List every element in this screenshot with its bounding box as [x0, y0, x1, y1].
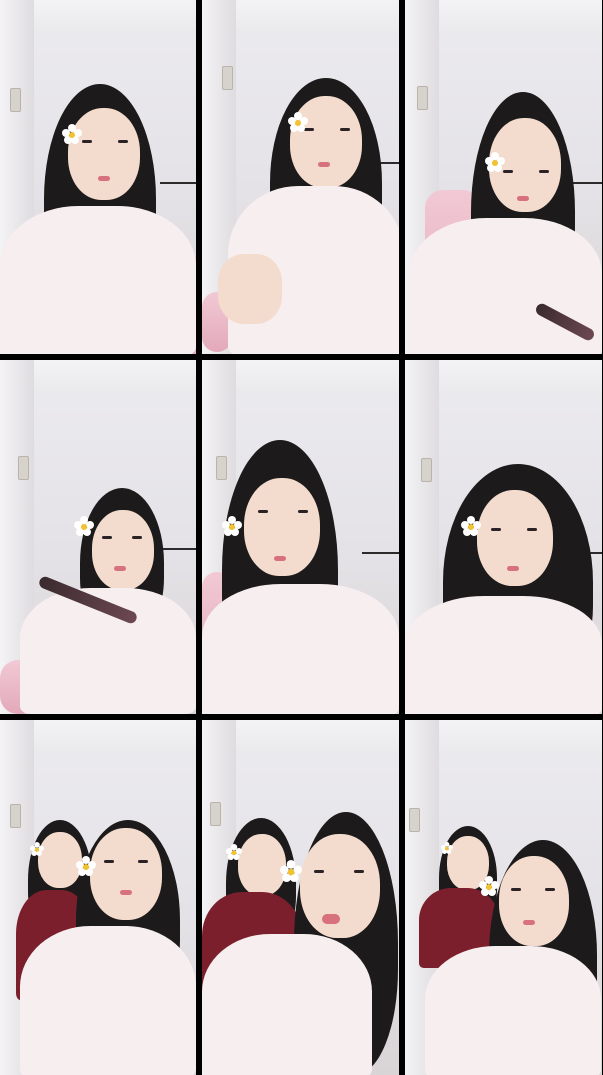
clothing-rack — [569, 182, 602, 184]
wall-switch — [222, 66, 233, 90]
flower-icon — [74, 516, 94, 536]
video-frame-3 — [405, 0, 602, 354]
clothing-rack — [362, 552, 399, 554]
wall-switch — [18, 456, 29, 480]
flower-icon — [479, 876, 499, 896]
video-frame-5 — [202, 360, 399, 714]
video-frame-4 — [0, 360, 196, 714]
wall-switch — [216, 456, 227, 480]
flower-icon — [441, 842, 453, 854]
flower-icon — [226, 844, 242, 860]
wall-switch — [10, 88, 21, 112]
flower-icon — [288, 112, 308, 132]
flower-icon — [280, 860, 302, 882]
flower-icon — [62, 124, 82, 144]
video-frame-9 — [405, 720, 602, 1075]
flower-icon — [222, 516, 242, 536]
flower-icon — [30, 842, 44, 856]
video-frame-8 — [202, 720, 399, 1075]
wall-switch — [409, 808, 420, 832]
wall-switch — [421, 458, 432, 482]
video-frame-6 — [405, 360, 602, 714]
clothing-rack — [160, 182, 196, 184]
video-frame-grid — [0, 0, 603, 1075]
flower-icon — [76, 856, 96, 876]
video-frame-2 — [202, 0, 399, 354]
flower-icon — [461, 516, 481, 536]
video-frame-7 — [0, 720, 196, 1075]
wall-switch — [417, 86, 428, 110]
video-frame-1 — [0, 0, 196, 354]
wall-switch — [210, 802, 221, 826]
flower-icon — [485, 152, 505, 172]
wall-switch — [10, 804, 21, 828]
